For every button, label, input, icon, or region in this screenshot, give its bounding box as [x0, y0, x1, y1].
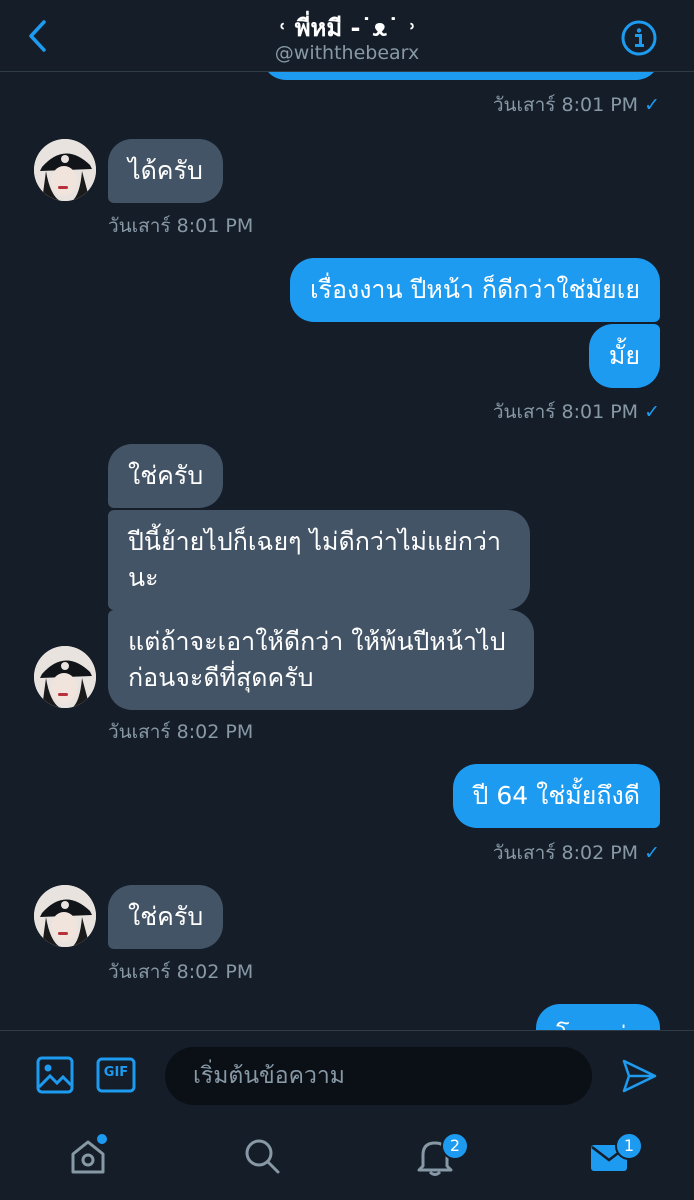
message-timestamp: วันเสาร์ 8:02 PM: [108, 961, 254, 983]
contact-avatar[interactable]: [34, 646, 96, 708]
message-timestamp: วันเสาร์ 8:01 PM ✓: [492, 401, 660, 423]
send-icon: [622, 1059, 657, 1093]
read-check-icon: ✓: [644, 842, 660, 864]
message-line: ปีนี้ย้ายไปก็เฉยๆ ไม่ดีกว่าไม่แย่กว่า: [128, 527, 501, 556]
message-bubble-incoming[interactable]: แต่ถ้าจะเอาให้ดีกว่า ให้พ้นปีหน้าไป ก่อน…: [108, 610, 534, 710]
avatar-image: [34, 885, 96, 947]
contact-avatar[interactable]: [34, 139, 96, 201]
message-line: ก่อนจะดีที่สุดครับ: [128, 663, 314, 692]
message-bubble-outgoing[interactable]: เรื่องงาน ปีหน้า ก็ดีกว่าใช่มัยเย: [290, 258, 660, 322]
search-icon: [245, 1139, 280, 1174]
message-line: แต่ถ้าจะเอาให้ดีกว่า ให้พ้นปีหน้าไป: [128, 627, 506, 656]
conversation-header: ˓ พี่หมี -˙ᴥ˙ ˒ @withthebearx: [0, 0, 694, 72]
message-input[interactable]: เริ่มต้นข้อความ: [165, 1047, 592, 1105]
read-check-icon: ✓: [644, 401, 660, 423]
tab-messages[interactable]: 1: [589, 1132, 643, 1176]
tab-notifications[interactable]: 2: [415, 1132, 469, 1176]
info-icon: [621, 20, 657, 56]
bottom-tab-bar: 2 1: [0, 1122, 694, 1200]
info-button[interactable]: [620, 19, 658, 57]
message-bubble-incoming[interactable]: ได้ครับ: [108, 139, 223, 203]
home-new-dot: [97, 1134, 107, 1144]
conversation: วันเสาร์ 8:01 PM ✓ ได้ครับ วันเสาร์ 8:01 …: [0, 0, 694, 1030]
message-bubble-outgoing[interactable]: ปี 64 ใช่มั้ยถึงดี: [452, 764, 660, 828]
avatar-image: [34, 646, 96, 708]
message-bubble-outgoing[interactable]: มั้ย: [588, 324, 660, 388]
message-bubble-outgoing[interactable]: โอเคค่ะ: [536, 1004, 660, 1030]
message-line: นะ: [128, 563, 159, 592]
message-bubble-incoming[interactable]: ใช่ครับ: [108, 444, 224, 508]
notifications-badge: 2: [441, 1132, 469, 1160]
gif-label: GIF: [103, 1065, 129, 1080]
add-photo-button[interactable]: [35, 1055, 75, 1095]
contact-avatar[interactable]: [34, 885, 96, 947]
message-composer: GIF เริ่มต้นข้อความ: [0, 1030, 694, 1122]
messages-badge: 1: [615, 1132, 643, 1160]
message-bubble-incoming[interactable]: ปีนี้ย้ายไปก็เฉยๆ ไม่ดีกว่าไม่แย่กว่า นะ: [108, 510, 530, 610]
message-timestamp: วันเสาร์ 8:02 PM ✓: [492, 842, 660, 864]
tab-search[interactable]: [242, 1136, 282, 1176]
avatar-image: [34, 139, 96, 201]
add-gif-button[interactable]: GIF: [96, 1055, 136, 1095]
message-bubble-incoming[interactable]: ใช่ครับ: [108, 885, 224, 949]
conversation-handle[interactable]: @withthebearx: [0, 42, 694, 64]
message-timestamp: วันเสาร์ 8:01 PM: [108, 215, 254, 237]
message-timestamp: วันเสาร์ 8:02 PM: [108, 721, 254, 743]
message-timestamp: วันเสาร์ 8:01 PM ✓: [492, 94, 660, 116]
header-divider: [0, 71, 694, 72]
read-check-icon: ✓: [644, 94, 660, 116]
send-button[interactable]: [620, 1057, 658, 1095]
tab-home[interactable]: [68, 1134, 108, 1176]
image-icon: [36, 1056, 74, 1094]
